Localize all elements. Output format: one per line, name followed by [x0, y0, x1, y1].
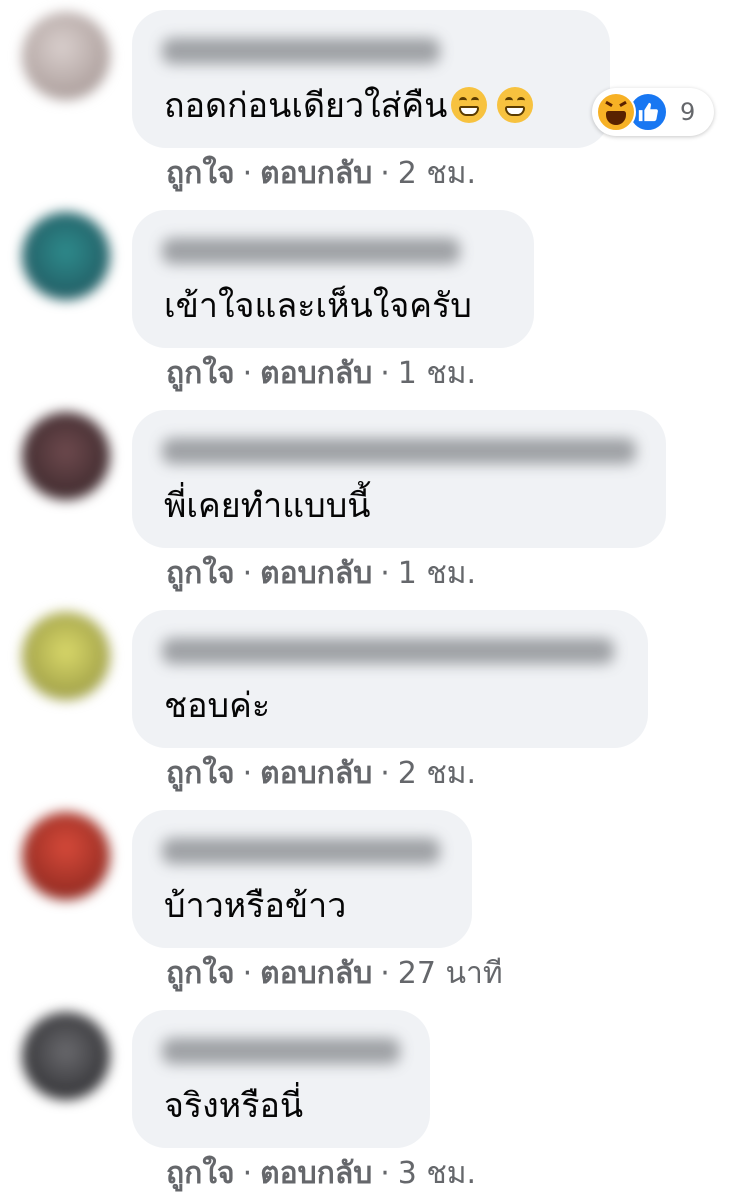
comment-bubble: บ้าวหรือข้าว: [132, 810, 472, 948]
separator-dot: ·: [242, 756, 253, 791]
reaction-count: 9: [680, 98, 696, 126]
separator-dot: ·: [380, 556, 390, 591]
reaction-summary[interactable]: 9: [592, 88, 714, 136]
comment-item: บ้าวหรือข้าว ถูกใจ · ตอบกลับ · 27 นาที: [0, 800, 749, 1000]
avatar[interactable]: [22, 812, 110, 900]
comment-timestamp[interactable]: 2 ชม.: [398, 156, 476, 191]
reply-button[interactable]: ตอบกลับ: [260, 956, 372, 991]
comment-timestamp[interactable]: 1 ชม.: [398, 356, 476, 391]
like-button[interactable]: ถูกใจ: [166, 156, 235, 191]
separator-dot: ·: [380, 356, 390, 391]
like-button[interactable]: ถูกใจ: [166, 1156, 235, 1191]
separator-dot: ·: [380, 156, 390, 191]
comment-text: บ้าวหรือข้าว: [164, 886, 347, 926]
separator-dot: ·: [242, 556, 253, 591]
comment-timestamp[interactable]: 1 ชม.: [398, 556, 476, 591]
comment-text: ชอบค่ะ: [164, 686, 271, 726]
comment-actions: ถูกใจ · ตอบกลับ · 3 ชม.: [166, 1154, 476, 1194]
reply-button[interactable]: ตอบกลับ: [260, 756, 372, 791]
comment-text: ถอดก่อนเดียวใส่คืน: [164, 84, 534, 128]
comment-text: เข้าใจและเห็นใจครับ: [164, 286, 472, 326]
comment-bubble: เข้าใจและเห็นใจครับ: [132, 210, 534, 348]
comment-text: พี่เคยทำแบบนี้: [164, 486, 371, 526]
like-button[interactable]: ถูกใจ: [166, 356, 235, 391]
author-name-redacted[interactable]: [162, 838, 440, 864]
comment-timestamp[interactable]: 3 ชม.: [398, 1156, 476, 1191]
comment-actions: ถูกใจ · ตอบกลับ · 1 ชม.: [166, 354, 476, 394]
comment-timestamp[interactable]: 2 ชม.: [398, 756, 476, 791]
separator-dot: ·: [380, 1156, 390, 1191]
author-name-redacted[interactable]: [162, 638, 614, 664]
like-button[interactable]: ถูกใจ: [166, 956, 235, 991]
grinning-face-emoji: [451, 87, 488, 123]
separator-dot: ·: [242, 156, 253, 191]
comment-item: พี่เคยทำแบบนี้ ถูกใจ · ตอบกลับ · 1 ชม.: [0, 400, 749, 600]
comment-item: เข้าใจและเห็นใจครับ ถูกใจ · ตอบกลับ · 1 ชม.: [0, 200, 749, 400]
separator-dot: ·: [380, 956, 390, 991]
author-name-redacted[interactable]: [162, 438, 636, 464]
separator-dot: ·: [242, 356, 253, 391]
reply-button[interactable]: ตอบกลับ: [260, 556, 372, 591]
comment-item: ถอดก่อนเดียวใส่คืน 9 ถูกใจ · ตอบกลับ · 2 ชม.: [0, 0, 749, 200]
reply-button[interactable]: ตอบกลับ: [260, 356, 372, 391]
comment-text-content: ถอดก่อนเดียวใส่คืน: [164, 86, 448, 126]
author-name-redacted[interactable]: [162, 1038, 400, 1064]
separator-dot: ·: [242, 1156, 253, 1191]
author-name-redacted[interactable]: [162, 238, 460, 264]
like-button[interactable]: ถูกใจ: [166, 556, 235, 591]
avatar[interactable]: [22, 212, 110, 300]
comment-actions: ถูกใจ · ตอบกลับ · 1 ชม.: [166, 554, 476, 594]
comment-bubble: ชอบค่ะ: [132, 610, 648, 748]
comment-text: จริงหรือนี่: [164, 1086, 304, 1126]
avatar[interactable]: [22, 12, 110, 100]
haha-reaction-icon: [596, 92, 636, 132]
avatar[interactable]: [22, 412, 110, 500]
reply-button[interactable]: ตอบกลับ: [260, 1156, 372, 1191]
author-name-redacted[interactable]: [162, 38, 440, 64]
separator-dot: ·: [242, 956, 253, 991]
comment-actions: ถูกใจ · ตอบกลับ · 2 ชม.: [166, 154, 476, 194]
avatar[interactable]: [22, 612, 110, 700]
comment-actions: ถูกใจ · ตอบกลับ · 2 ชม.: [166, 754, 476, 794]
like-button[interactable]: ถูกใจ: [166, 756, 235, 791]
comment-bubble: ถอดก่อนเดียวใส่คืน: [132, 10, 610, 148]
comment-bubble: พี่เคยทำแบบนี้: [132, 410, 666, 548]
separator-dot: ·: [380, 756, 390, 791]
comment-bubble: จริงหรือนี่: [132, 1010, 430, 1148]
reply-button[interactable]: ตอบกลับ: [260, 156, 372, 191]
comment-actions: ถูกใจ · ตอบกลับ · 27 นาที: [166, 954, 503, 994]
comment-timestamp[interactable]: 27 นาที: [398, 956, 503, 991]
avatar[interactable]: [22, 1012, 110, 1100]
grinning-face-emoji: [497, 87, 534, 123]
comment-item: ชอบค่ะ ถูกใจ · ตอบกลับ · 2 ชม.: [0, 600, 749, 800]
comment-item: จริงหรือนี่ ถูกใจ · ตอบกลับ · 3 ชม.: [0, 1000, 749, 1200]
